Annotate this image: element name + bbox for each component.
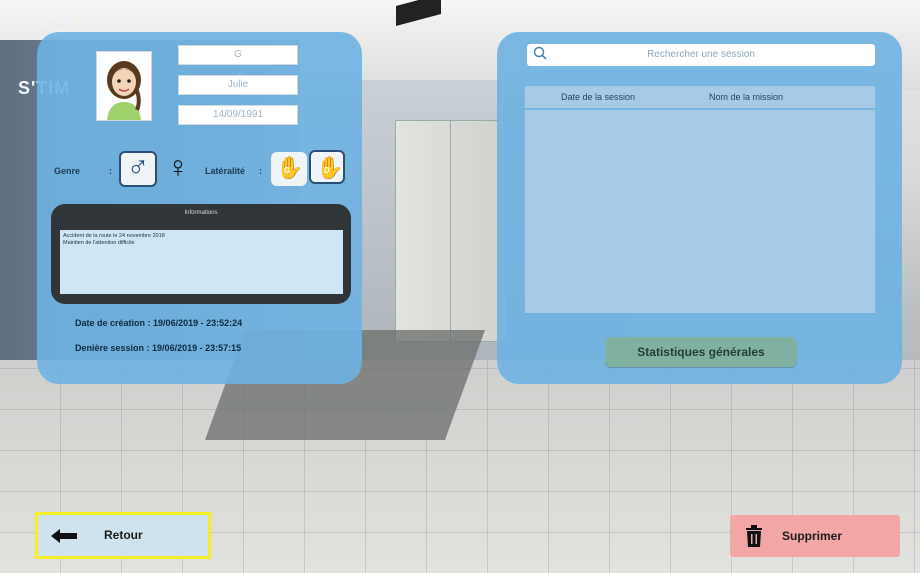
right-hand-letter: D <box>324 166 330 175</box>
sessions-table-header: Date de la session Nom de la mission <box>525 86 875 108</box>
left-hand-letter: G <box>284 166 291 175</box>
first-name-field: Julie <box>178 75 298 95</box>
delete-button[interactable]: Supprimer <box>730 515 900 557</box>
info-line: Accident de la route le 24 novembre 2018 <box>63 233 165 239</box>
right-hand-icon[interactable]: ✋ D <box>309 150 345 184</box>
column-session-date[interactable]: Date de la session <box>561 86 635 108</box>
creation-date-row: Date de création : 19/06/2019 - 23:52:24 <box>75 318 242 328</box>
genre-label: Genre <box>54 166 81 176</box>
laterality-label: Latéralité <box>205 166 246 176</box>
information-title: Informations <box>184 210 218 216</box>
creation-date-value: 19/06/2019 - 23:52:24 <box>153 318 243 328</box>
trash-icon <box>746 525 762 547</box>
information-textarea[interactable]: Accident de la route le 24 novembre 2018… <box>60 230 343 294</box>
laterality-colon: : <box>259 166 262 176</box>
patient-avatar <box>96 51 152 121</box>
female-symbol-icon[interactable]: ♀ <box>159 151 197 187</box>
general-statistics-button[interactable]: Statistiques générales <box>605 337 797 367</box>
girl-avatar-icon <box>107 61 141 120</box>
last-name-field: G <box>178 45 298 65</box>
birth-date-field: 14/09/1991 <box>178 105 298 125</box>
delete-button-label: Supprimer <box>782 529 843 543</box>
last-session-label: Denière session : <box>75 343 150 353</box>
info-line: Maintien de l'attention difficile <box>63 240 135 246</box>
back-button[interactable]: Retour <box>35 512 211 559</box>
session-search-input[interactable]: Rechercher une session <box>527 44 875 66</box>
back-arrow-icon <box>51 529 77 543</box>
last-session-value: 19/06/2019 - 23:57:15 <box>152 343 242 353</box>
sessions-panel: Rechercher une session Date de la sessio… <box>497 32 902 384</box>
wardrobe <box>395 120 507 342</box>
column-mission-name[interactable]: Nom de la mission <box>709 86 783 108</box>
sessions-table-body[interactable] <box>525 110 875 313</box>
information-box: Informations Accident de la route le 24 … <box>51 204 351 304</box>
back-button-label: Retour <box>104 528 143 542</box>
creation-date-label: Date de création : <box>75 318 151 328</box>
male-symbol-icon[interactable]: ♂ <box>119 151 157 187</box>
patient-panel: G Julie 14/09/1991 Genre : ♂ ♀ Latéralit… <box>37 32 362 384</box>
search-placeholder: Rechercher une session <box>647 49 755 60</box>
left-hand-icon[interactable]: ✋ G <box>271 152 307 186</box>
last-session-row: Denière session : 19/06/2019 - 23:57:15 <box>75 343 241 353</box>
genre-colon: : <box>109 166 112 176</box>
